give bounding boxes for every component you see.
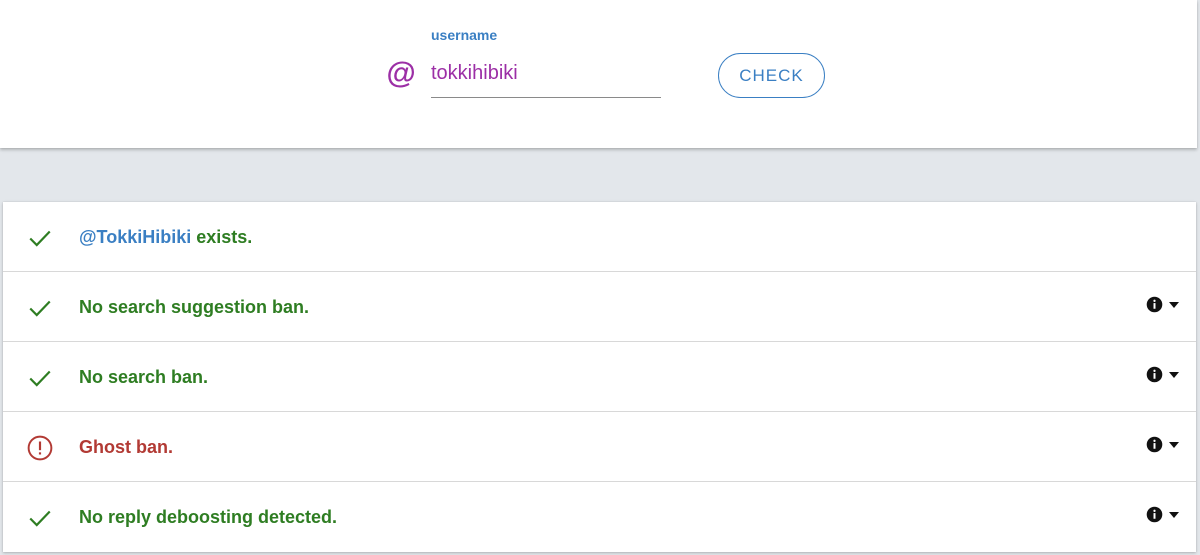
at-symbol-icon: @ xyxy=(386,57,416,90)
username-label: username xyxy=(431,27,498,43)
check-button[interactable]: CHECK xyxy=(718,53,825,98)
result-text: No search suggestion ban. xyxy=(79,296,310,317)
caret-down-icon xyxy=(1169,371,1179,378)
details-toggle[interactable] xyxy=(1146,506,1179,523)
caret-down-icon xyxy=(1169,441,1179,448)
search-card: @ username CHECK xyxy=(0,0,1197,148)
details-toggle[interactable] xyxy=(1146,296,1179,313)
details-toggle[interactable] xyxy=(1146,366,1179,383)
result-text-suffix: exists. xyxy=(191,226,253,247)
result-text: @TokkiHibiki exists. xyxy=(79,225,252,249)
alert-circle-icon xyxy=(27,435,53,461)
caret-down-icon xyxy=(1169,301,1179,308)
result-text: Ghost ban. xyxy=(79,436,173,457)
result-row-search-ban: No search ban. xyxy=(3,342,1196,412)
username-input[interactable] xyxy=(431,58,661,98)
username-field: username xyxy=(431,26,661,100)
results-list: @TokkiHibiki exists. No search suggestio… xyxy=(3,202,1196,552)
result-row-exists: @TokkiHibiki exists. xyxy=(3,202,1196,272)
caret-down-icon xyxy=(1169,511,1179,518)
info-icon xyxy=(1146,296,1163,313)
check-icon xyxy=(29,370,51,387)
result-text: No reply deboosting detected. xyxy=(79,507,338,527)
info-icon xyxy=(1146,366,1163,383)
check-icon xyxy=(29,230,51,247)
check-icon xyxy=(29,300,51,317)
result-text: No search ban. xyxy=(79,366,209,387)
user-handle-link[interactable]: @TokkiHibiki xyxy=(79,227,191,247)
info-icon xyxy=(1146,436,1163,453)
info-icon xyxy=(1146,506,1163,523)
result-row-search-suggestion-ban: No search suggestion ban. xyxy=(3,272,1196,342)
result-row-ghost-ban: Ghost ban. xyxy=(3,412,1196,482)
details-toggle[interactable] xyxy=(1146,436,1179,453)
result-row-reply-deboosting: No reply deboosting detected. xyxy=(3,482,1196,552)
check-icon xyxy=(29,510,51,527)
